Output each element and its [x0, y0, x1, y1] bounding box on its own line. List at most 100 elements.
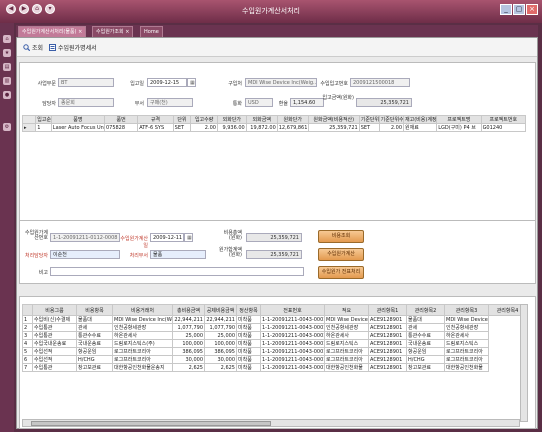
date-field[interactable]: 2009-12-15 — [147, 78, 187, 87]
col-header: 입고수량 — [190, 115, 218, 124]
sidebar-doc-icon[interactable]: ▥ — [3, 77, 11, 85]
company-field[interactable]: BT — [58, 78, 114, 87]
cell: 1 — [22, 315, 33, 324]
sidebar-home-icon[interactable]: ⌂ — [3, 35, 11, 43]
col-header: 비용거래처 — [112, 304, 173, 316]
cell: 1-1-20091211-0043-0001 — [260, 363, 325, 372]
cell: LGD(구미) P4 브 — [436, 123, 482, 132]
cost-header-row: 비용그룹 비용항목 비용거래처 총비용금액 공제비용금액 정산항목 전표번호 적… — [22, 304, 527, 316]
calendar-icon[interactable]: ▦ — [187, 78, 196, 87]
cell: ACE9128901 — [368, 315, 407, 324]
manager-field[interactable]: 종문희 — [58, 98, 114, 107]
cell: 22,944,211 — [204, 315, 237, 324]
tab-home[interactable]: Home — [140, 26, 163, 37]
cell: 수입국내운송료 — [32, 339, 77, 348]
cell: 1-1-20091211-0043-0001 — [260, 315, 325, 324]
tab-bar: 수입원가계산서처리(물품) × 수입원가조회 × Home — [16, 25, 538, 37]
table-row[interactable]: ▸ 1 Laser Auto Focus Unit 075828 ATF-6 S… — [21, 123, 527, 132]
cell: 드림로지스틱스 — [444, 339, 489, 348]
cell: 2,625 — [172, 363, 205, 372]
table-row[interactable]: 3 수입통관 통관수수료 하온관세사 25,000 25,000 미착품 1-1-200912… — [22, 331, 527, 340]
amount-field[interactable]: 25,359,721 — [356, 98, 412, 107]
print-button[interactable]: 수입원가명세서 — [49, 43, 97, 52]
manager-label: 담당자 — [42, 101, 56, 107]
window-title: 수입원가계산서처리 — [242, 7, 300, 15]
supplier-field[interactable]: MDI Wise Device Inc(Weig.. — [245, 78, 317, 87]
cost-date-field[interactable]: 2009-12-11 — [150, 233, 184, 242]
rate-field[interactable]: 1,154.60 — [290, 98, 324, 107]
calendar-icon[interactable]: ▦ — [184, 233, 193, 242]
col-header: 품번 — [103, 115, 139, 124]
search-button[interactable]: 조회 — [23, 43, 43, 52]
cell: 국내운송료 — [76, 339, 113, 348]
sidebar-user-icon[interactable]: ● — [3, 91, 11, 99]
company-label: 사업부문 — [37, 81, 56, 87]
table-row[interactable]: 2 수입통관 관세 인천공항세관장 1,077,790 1,077,790 미착품 1-1-2… — [22, 323, 527, 332]
cell: 미착품 — [236, 315, 261, 324]
vertical-scrollbar[interactable] — [520, 304, 528, 422]
cell: 100,000 — [204, 339, 237, 348]
cost-calc-panel: 수입원가계산번호 1-1-20091211-0112-0008 수입원가계산일 … — [19, 220, 536, 284]
col-header: 외화단가 — [216, 115, 247, 124]
maximize-button[interactable]: ▢ — [513, 4, 525, 15]
cost-manager-field[interactable]: 이순천 — [50, 250, 120, 259]
close-button[interactable]: × — [526, 4, 538, 15]
cost-dept-field[interactable]: 물품 — [150, 250, 206, 259]
contract-field[interactable]: 2009121500018 — [350, 78, 410, 87]
currency-label: 통화 — [232, 101, 242, 107]
import-header-panel: 사업부문 BT 입고일 2009-12-15 ▦ 구입처 MDI Wise De… — [19, 62, 536, 236]
sidebar-settings-icon[interactable]: ⚙ — [3, 123, 11, 131]
dept-field[interactable]: 구매(천) — [147, 98, 193, 107]
tab-cost-inquiry[interactable]: 수입원가조회 × — [92, 26, 134, 37]
toolbar: 조회 수입원가명세서 — [17, 38, 537, 57]
cost-total-field[interactable]: 25,359,721 — [246, 233, 302, 242]
cell: 항공운임 — [76, 347, 113, 356]
cell: 대한항공인천화물운송지 — [112, 363, 173, 372]
col-header: 관리항목3 — [444, 304, 489, 316]
cell: 수입통관 — [32, 323, 77, 332]
horizontal-scrollbar[interactable] — [22, 419, 520, 427]
table-row[interactable]: 1수입비(신)수결제물품대MDI Wise Device Inc(Weig22,… — [22, 315, 527, 324]
tab-cost-process[interactable]: 수입원가계산서처리(물품) × — [18, 26, 87, 37]
cell: 1-1-20091211-0043-0001 — [260, 339, 325, 348]
cost-no-field[interactable]: 1-1-20091211-0112-0008 — [50, 233, 120, 242]
scrollbar-thumb[interactable] — [31, 421, 271, 426]
cell: 하온관세사 — [324, 331, 369, 340]
col-header: 관리항목1 — [368, 304, 407, 316]
contract-label: 수입입고번호 — [320, 81, 348, 87]
cell: SET — [172, 123, 192, 132]
cell: 수입선적 — [32, 347, 77, 356]
cell: 7 — [22, 363, 33, 372]
cell: 인천공항세관장 — [112, 323, 173, 332]
col-header: 관리항목2 — [406, 304, 445, 316]
cell: 하온관세사 — [444, 331, 489, 340]
date-label: 입고일 — [130, 81, 144, 87]
cell: 2 — [22, 323, 33, 332]
cost-inquiry-button[interactable]: 비용조회 — [318, 230, 364, 243]
cell: 5 — [22, 347, 33, 356]
cell: 로그프라트코리아 — [112, 347, 173, 356]
cell: 물품대 — [406, 315, 445, 324]
table-row[interactable]: 4 수입국내운송료 국내운송료 드림로지스틱스(주) 100,000 100,000 미착품… — [22, 339, 527, 348]
cell: 국내운송료 — [406, 339, 445, 348]
cost-date-label: 수입원가계산일 — [120, 236, 148, 249]
table-row[interactable]: 5 수입선적 항공운임 로그프라트코리아 386,095 386,095 미착품 1-1-20… — [22, 347, 527, 356]
sidebar-folder-icon[interactable]: ▤ — [3, 63, 11, 71]
cell: 4 — [22, 339, 33, 348]
cost-table-panel: 비용그룹 비용항목 비용거래처 총비용금액 공제비용금액 정산항목 전표번호 적… — [19, 296, 536, 429]
cell: 2.00 — [378, 123, 405, 132]
currency-field[interactable]: USD — [245, 98, 273, 107]
table-row[interactable]: 7 수입통관 창고보관료 대한항공인천화물운송지 2,625 2,625 미착품 1-1-20… — [22, 363, 527, 372]
note-field[interactable] — [50, 267, 304, 276]
item-table: 입고순번 품명 품번 규격 단위 입고수량 외화단가 외화금액 원화단가 원화금… — [21, 115, 527, 132]
slip-button[interactable]: 수입원가 전표처리 — [318, 266, 364, 279]
sidebar-star-icon[interactable]: ★ — [3, 49, 11, 57]
col-header: 외화금액 — [245, 115, 278, 124]
cell: 075828 — [103, 123, 139, 132]
sum-field[interactable]: 25,359,721 — [246, 250, 302, 259]
calc-button[interactable]: 수입원가계산 — [318, 248, 364, 261]
table-row[interactable]: 6 수입선적 H/CHG 로그프라트코리아 30,000 30,000 미착품 1-1-200… — [22, 355, 527, 364]
col-header: 프로젝트명 — [436, 115, 482, 124]
minimize-button[interactable]: _ — [500, 4, 512, 15]
col-header: 기준단위수량 — [378, 115, 405, 124]
